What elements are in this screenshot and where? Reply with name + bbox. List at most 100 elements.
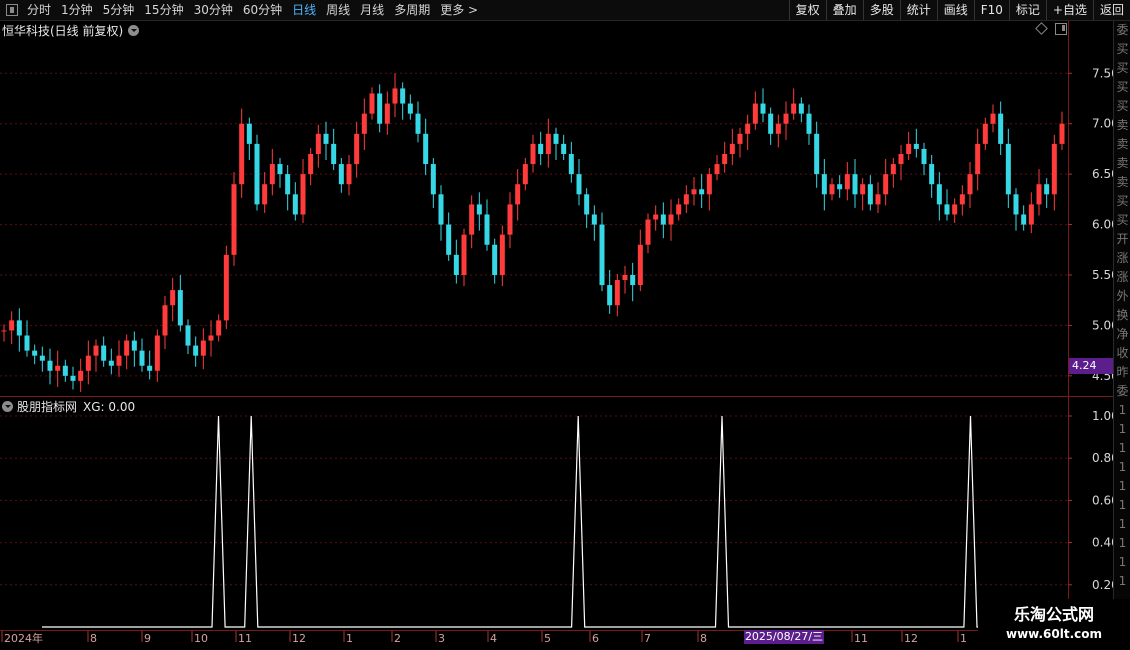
candle-body [246, 123, 252, 144]
strip-char: 买 [1116, 42, 1129, 56]
candle-body [599, 224, 605, 286]
date-tick-label: 2024年 [4, 631, 43, 645]
candle-body [798, 103, 804, 114]
dropdown-icon[interactable] [128, 25, 140, 36]
date-tick-label: 1 [346, 632, 353, 645]
candle-body [883, 174, 889, 195]
strip-char: 开 [1116, 232, 1129, 246]
candle-body [783, 113, 789, 124]
candle-body [292, 194, 298, 215]
strip-char: 收 [1116, 346, 1129, 360]
candle-body [208, 335, 214, 341]
date-tick-label: 3 [438, 632, 445, 645]
candle-body [545, 133, 551, 154]
candle-body [469, 204, 475, 235]
candle-body [1021, 214, 1027, 225]
candles [1, 73, 1065, 392]
candle-body [484, 214, 490, 245]
window-icon[interactable] [1055, 23, 1067, 35]
strip-char: 委 [1116, 384, 1129, 398]
candle-body [1036, 184, 1042, 205]
candle-body [1, 330, 7, 332]
signal-lines [42, 415, 1062, 628]
candle-body [315, 133, 321, 154]
candle-body [637, 244, 643, 286]
date-tick-label: 11 [238, 632, 252, 645]
candle-body [308, 153, 314, 175]
strip-char: 卖 [1116, 156, 1129, 170]
candle-body [645, 219, 651, 245]
main-panel-title[interactable]: 恒华科技(日线 前复权) [2, 22, 143, 39]
candle-body [369, 93, 375, 114]
candle-body [300, 174, 306, 215]
strip-char: 净 [1116, 327, 1129, 341]
candle-body [814, 133, 820, 175]
candle-body [384, 103, 390, 124]
candle-body [55, 365, 61, 371]
strip-char: 买 [1116, 80, 1129, 94]
candle-body [323, 133, 329, 144]
candle-body [1028, 204, 1034, 225]
indicator-name: 股朋指标网 [17, 400, 78, 414]
quote-sidebar-strip[interactable]: 委买买买买卖卖卖卖买买开涨涨外换净收昨委1111111111 [1113, 21, 1130, 630]
candle-body [622, 274, 628, 281]
candle-body [614, 280, 620, 306]
candle-body [607, 285, 613, 306]
candle-body [683, 194, 689, 205]
strip-char: 外 [1116, 289, 1129, 303]
candle-body [338, 164, 344, 185]
candle-body [193, 345, 199, 356]
candle-body [860, 184, 866, 195]
candle-body [331, 143, 337, 165]
kline-chart[interactable]: 7.507.006.506.005.505.004.50 1.000.800.6… [0, 0, 1130, 650]
candle-body [162, 305, 168, 336]
candle-body [691, 189, 697, 195]
candle-body [47, 360, 53, 371]
candle-body [791, 103, 797, 114]
candle-body [453, 254, 459, 275]
candle-body [507, 204, 513, 235]
candle-body [591, 214, 597, 225]
candle-body [630, 274, 636, 286]
strip-char: 换 [1116, 308, 1129, 322]
strip-char: 买 [1116, 99, 1129, 113]
candle-body [729, 143, 735, 154]
candle-body [722, 153, 728, 165]
dropdown-icon[interactable] [2, 401, 13, 412]
candle-body [1044, 184, 1050, 195]
candle-body [998, 113, 1004, 144]
candle-body [39, 355, 45, 361]
stock-title: 恒华科技(日线 前复权) [2, 24, 124, 38]
candle-body [530, 143, 536, 165]
candle-body [921, 148, 927, 165]
date-tick-label: 12 [292, 632, 306, 645]
strip-char: 1 [1118, 479, 1127, 493]
candle-body [223, 254, 229, 321]
candle-body [216, 320, 222, 336]
strip-char: 1 [1118, 460, 1127, 474]
candle-body [737, 133, 743, 144]
candle-body [806, 113, 812, 134]
candle-body [116, 355, 122, 366]
candle-body [1013, 194, 1019, 215]
candle-body [269, 164, 275, 185]
candle-body [936, 184, 942, 205]
candle-body [200, 340, 206, 356]
indicator-value: XG: 0.00 [83, 399, 136, 414]
candle-body [400, 88, 406, 104]
candle-body [668, 214, 674, 225]
candle-body [982, 123, 988, 144]
candle-body [78, 370, 84, 381]
candle-body [775, 123, 781, 134]
candle-body [553, 133, 559, 144]
candle-body [423, 133, 429, 165]
candle-body [392, 88, 398, 104]
candle-body [890, 164, 896, 175]
candle-body [752, 103, 758, 124]
candle-body [1051, 143, 1057, 195]
candle-body [407, 103, 413, 114]
candle-body [446, 224, 452, 255]
candle-body [124, 340, 130, 356]
strip-char: 1 [1118, 441, 1127, 455]
indicator-panel-title[interactable]: 股朋指标网 XG: 0.00 [2, 398, 135, 415]
